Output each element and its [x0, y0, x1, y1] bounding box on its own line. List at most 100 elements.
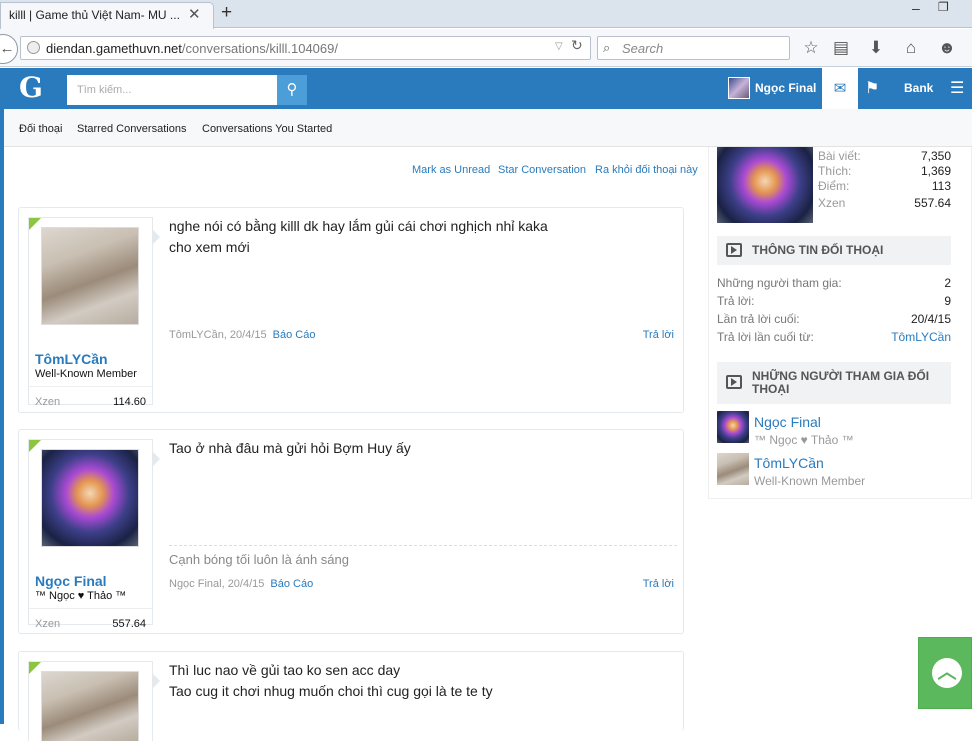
account-name[interactable]: Ngọc Final — [755, 81, 816, 95]
browser-tab[interactable]: killl | Game thủ Việt Nam- MU ... — [0, 2, 214, 29]
message-line: Tao cug it chơi nhug muốn choi thì cug g… — [169, 683, 493, 699]
sidebar-avatar[interactable] — [717, 147, 813, 223]
tab-title: killl | Game thủ Việt Nam- MU ... — [9, 8, 180, 22]
leave-conversation-link[interactable]: Ra khỏi đối thoại này — [595, 164, 698, 176]
online-indicator — [29, 218, 41, 230]
reload-icon[interactable]: ↻ — [571, 37, 583, 54]
reply-link[interactable]: Trả lời — [643, 329, 674, 341]
stat-label: Thích: — [818, 164, 852, 178]
report-link[interactable]: Báo Cáo — [273, 329, 316, 341]
message-line: Tao ở nhà đâu mà gửi hỏi Bợm Huy ấy — [169, 440, 411, 456]
message-line: cho xem mới — [169, 239, 250, 255]
new-tab-button[interactable]: + — [221, 2, 232, 24]
conversation-info-header: THÔNG TIN ĐỐI THOẠI — [717, 236, 951, 265]
message-arrow — [153, 452, 160, 466]
section-title: NHỮNG NGƯỜI THAM GIA ĐỐI THOẠI — [752, 369, 930, 396]
participant-name[interactable]: Ngọc Final — [754, 414, 821, 430]
restore-icon[interactable]: ❐ — [938, 0, 950, 14]
user-info — [28, 661, 153, 741]
info-label: Lần trả lời cuối: — [717, 312, 800, 326]
stat-value: 113 — [931, 179, 951, 193]
chevron-up-icon[interactable]: ︿ — [932, 658, 962, 688]
download-icon[interactable]: ⬇ — [866, 38, 886, 58]
report-link[interactable]: Báo Cáo — [270, 578, 313, 590]
site-search-input[interactable]: Tìm kiếm... — [67, 75, 277, 105]
subnav-started[interactable]: Conversations You Started — [202, 123, 332, 135]
stat-label: Điểm: — [818, 179, 850, 193]
xzen-label: Xzen — [35, 396, 61, 408]
divider — [29, 608, 152, 609]
user-info: TômLYCần Well-Known Member Xzen 114.60 — [28, 217, 153, 408]
url-host: diendan.gamethuvn.net — [46, 41, 182, 56]
flag-icon[interactable]: ⚑ — [865, 78, 879, 98]
message-meta: Ngọc Final, 20/4/15 Báo Cáo — [169, 578, 313, 590]
bookmark-star-icon[interactable]: ☆ — [801, 38, 821, 58]
message-line: nghe nói có bằng killl dk hay lắm gủi cá… — [169, 218, 548, 234]
last-reply-user-link[interactable]: TômLYCần — [891, 330, 951, 344]
url-bar[interactable]: diendan.gamethuvn.net/conversations/kill… — [20, 36, 591, 60]
user-title: Well-Known Member — [35, 368, 137, 380]
left-border — [0, 109, 4, 724]
message-text: nghe nói có bằng killl dk hay lắm gủi cá… — [169, 216, 548, 258]
site-logo[interactable]: G — [19, 71, 43, 104]
user-avatar[interactable] — [728, 77, 750, 99]
stat-value: 7,350 — [920, 149, 951, 163]
username[interactable]: TômLYCần — [35, 351, 108, 367]
participant-title: ™ Ngọc ♥ Thảo ™ — [754, 433, 854, 447]
bank-link[interactable]: Bank — [904, 81, 933, 95]
info-label: Trả lời lần cuối từ: — [717, 330, 814, 344]
message-meta: TômLYCần, 20/4/15 Báo Cáo — [169, 329, 315, 341]
message-text: Tao ở nhà đâu mà gửi hỏi Bợm Huy ấy — [169, 438, 411, 459]
participant-avatar[interactable] — [717, 453, 749, 485]
home-icon[interactable]: ⌂ — [901, 38, 921, 58]
search-button[interactable]: ⚲ — [277, 75, 307, 105]
url-path: /conversations/killl.104069/ — [181, 41, 338, 56]
stat-value: 557.64 — [914, 196, 951, 210]
message-post: Thì luc nao về gủi tao ko sen acc day Ta… — [18, 651, 684, 741]
signature: Cạnh bóng tối luôn là ánh sáng — [169, 545, 677, 567]
message-post: Ngọc Final ™ Ngọc ♥ Thảo ™ Xzen 557.64 T… — [18, 429, 684, 634]
dropdown-arrow-icon[interactable]: ▽ — [555, 41, 563, 52]
star-conversation-link[interactable]: Star Conversation — [498, 164, 586, 176]
avatar[interactable] — [41, 227, 139, 325]
site-search-placeholder: Tìm kiếm... — [77, 84, 132, 96]
divider — [29, 386, 152, 387]
author-date[interactable]: TômLYCần, 20/4/15 — [169, 329, 267, 341]
xzen-label: Xzen — [35, 618, 61, 630]
xzen-value: 114.60 — [113, 396, 146, 408]
smiley-icon[interactable]: ☻ — [937, 38, 957, 58]
subnav-conversations[interactable]: Đối thoại — [19, 123, 62, 135]
subnav-starred[interactable]: Starred Conversations — [77, 123, 186, 135]
online-indicator — [29, 662, 41, 674]
stat-label: Xzen — [818, 196, 846, 210]
message-text: Thì luc nao về gủi tao ko sen acc day Ta… — [169, 660, 493, 702]
section-title: THÔNG TIN ĐỐI THOẠI — [752, 243, 884, 257]
info-label: Trả lời: — [717, 294, 755, 308]
username[interactable]: Ngọc Final — [35, 573, 107, 589]
participant-name[interactable]: TômLYCần — [754, 455, 824, 471]
message-arrow — [153, 674, 160, 688]
reading-list-icon[interactable]: ▤ — [831, 38, 851, 58]
reply-link[interactable]: Trả lời — [643, 578, 674, 590]
message-arrow — [153, 230, 160, 244]
participant-title: Well-Known Member — [754, 474, 866, 488]
info-value: 9 — [944, 294, 951, 308]
envelope-icon[interactable]: ✉ — [822, 68, 858, 109]
info-label: Những người tham gia: — [717, 276, 842, 290]
minimize-icon[interactable]: – — [912, 0, 920, 16]
message-post: TômLYCần Well-Known Member Xzen 114.60 n… — [18, 207, 684, 413]
user-info: Ngọc Final ™ Ngọc ♥ Thảo ™ Xzen 557.64 — [28, 439, 153, 630]
close-icon[interactable]: ✕ — [188, 5, 201, 23]
stat-label: Bài viết: — [818, 149, 861, 163]
author-date[interactable]: Ngọc Final, 20/4/15 — [169, 578, 264, 590]
participant-avatar[interactable] — [717, 411, 749, 443]
menu-icon[interactable]: ☰ — [950, 78, 964, 98]
info-value: 20/4/15 — [910, 312, 951, 326]
online-indicator — [29, 440, 41, 452]
mark-unread-link[interactable]: Mark as Unread — [412, 164, 490, 176]
search-icon: ⌕ — [603, 40, 611, 55]
avatar[interactable] — [41, 449, 139, 547]
browser-search-input[interactable]: Search — [597, 36, 790, 60]
xzen-value: 557.64 — [112, 618, 146, 630]
avatar[interactable] — [41, 671, 139, 741]
